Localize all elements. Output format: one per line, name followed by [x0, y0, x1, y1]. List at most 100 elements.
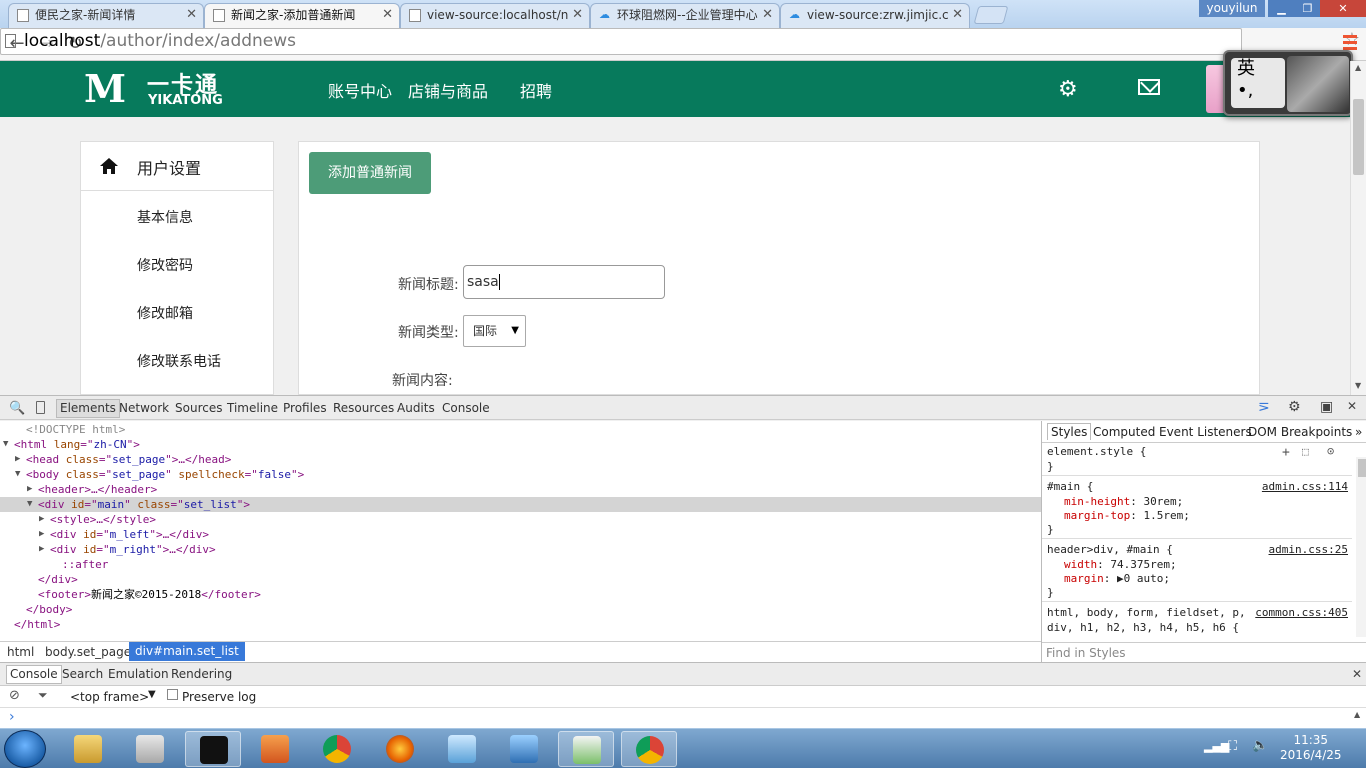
- tab-sources[interactable]: Sources: [175, 401, 222, 415]
- style-property[interactable]: min-height: 30rem;: [1064, 495, 1183, 508]
- tab-audits[interactable]: Audits: [397, 401, 435, 415]
- preserve-log-checkbox[interactable]: [167, 689, 178, 700]
- mail-icon[interactable]: [1138, 79, 1160, 95]
- dom-node-row[interactable]: ▶ <header>…</header>: [0, 482, 1041, 497]
- expanded-triangle-icon[interactable]: ▼: [15, 467, 20, 482]
- drawer-tab-rendering[interactable]: Rendering: [171, 667, 232, 681]
- page-scrollbar[interactable]: ▲ ▼: [1350, 61, 1366, 395]
- find-in-styles-input[interactable]: Find in Styles: [1042, 642, 1366, 662]
- window-close-icon[interactable]: ✕: [1320, 0, 1366, 17]
- collapsed-triangle-icon[interactable]: ▶: [39, 542, 44, 557]
- toggle-state-icon[interactable]: ⬚: [1302, 445, 1309, 458]
- frame-selector[interactable]: <top frame>: [70, 690, 149, 704]
- settings-gear-icon[interactable]: ⚙: [1288, 399, 1301, 415]
- sidebar-item-change-email[interactable]: 修改邮箱: [137, 303, 193, 323]
- tab-elements[interactable]: Elements: [56, 399, 120, 418]
- gear-icon[interactable]: ⚙: [1058, 77, 1078, 102]
- site-logo[interactable]: M 一卡通 YIKATONG: [84, 65, 224, 113]
- clock[interactable]: 11:35 2016/4/25: [1280, 733, 1342, 763]
- drawer-tab-search[interactable]: Search: [62, 667, 103, 681]
- scroll-up-icon[interactable]: ▲: [1355, 63, 1361, 72]
- dom-node-row[interactable]: ▶ <div id="m_right">…</div>: [0, 542, 1041, 557]
- animation-icon[interactable]: ⊙: [1327, 444, 1334, 458]
- device-mode-icon[interactable]: [36, 401, 45, 414]
- elements-tree[interactable]: <!DOCTYPE html> ▼ <html lang="zh-CN"> ▶ <hea…: [0, 421, 1041, 641]
- tab-styles[interactable]: Styles: [1047, 423, 1092, 440]
- style-property[interactable]: margin-top: 1.5rem;: [1064, 509, 1190, 522]
- sidebar-item-change-phone[interactable]: 修改联系电话: [137, 351, 221, 371]
- dom-node-row[interactable]: <footer>新闻之家©2015-2018</footer>: [0, 587, 1041, 602]
- dom-node-row[interactable]: ▼ <body class="set_page" spellcheck="fals…: [0, 467, 1041, 482]
- close-icon[interactable]: ✕: [569, 4, 583, 26]
- dom-node-row[interactable]: ▶ <div id="m_left">…</div>: [0, 527, 1041, 542]
- close-icon[interactable]: ✕: [382, 4, 393, 26]
- tab-dom-breakpoints[interactable]: DOM Breakpoints: [1248, 425, 1352, 439]
- dock-icon[interactable]: ▣: [1320, 399, 1333, 415]
- taskbar-app-button[interactable]: [620, 731, 677, 767]
- taskbar-app-button[interactable]: [60, 731, 116, 767]
- close-devtools-icon[interactable]: ✕: [1347, 399, 1357, 413]
- sidebar-item-basic-info[interactable]: 基本信息: [137, 207, 193, 227]
- tab-network[interactable]: Network: [119, 401, 169, 415]
- taskbar-app-button[interactable]: [122, 731, 178, 767]
- drawer-tab-emulation[interactable]: Emulation: [108, 667, 169, 681]
- collapsed-triangle-icon[interactable]: ▶: [27, 482, 32, 497]
- clear-console-icon[interactable]: ⊘: [9, 688, 20, 703]
- new-tab-button[interactable]: [973, 6, 1009, 24]
- tab-event-listeners[interactable]: Event Listeners: [1159, 425, 1252, 439]
- dom-node-row[interactable]: <!DOCTYPE html>: [0, 422, 1041, 437]
- frame-dropdown-icon[interactable]: ▼: [148, 689, 156, 700]
- expanded-triangle-icon[interactable]: ▼: [27, 497, 32, 512]
- drawer-tab-console[interactable]: Console: [6, 665, 62, 684]
- expanded-triangle-icon[interactable]: ▼: [3, 437, 8, 452]
- dom-node-row[interactable]: ▼ <div id="main" class="set_list">: [0, 497, 1041, 512]
- collapsed-triangle-icon[interactable]: ▶: [39, 527, 44, 542]
- close-icon[interactable]: ✕: [759, 4, 773, 26]
- add-news-button[interactable]: 添加普通新闻: [309, 152, 431, 194]
- scroll-thumb[interactable]: [1353, 99, 1364, 175]
- breadcrumb-main-div[interactable]: div#main.set_list: [129, 642, 245, 661]
- dom-node-row[interactable]: ▼ <html lang="zh-CN">: [0, 437, 1041, 452]
- signal-icon[interactable]: ▂▄▆: [1204, 740, 1229, 753]
- taskbar-app-button[interactable]: [558, 731, 615, 767]
- style-property[interactable]: width: 74.375rem;: [1064, 558, 1177, 571]
- tab-resources[interactable]: Resources: [333, 401, 394, 415]
- console-drawer-icon[interactable]: ⋝: [1258, 399, 1270, 415]
- style-property[interactable]: margin: ▶0 auto;: [1064, 572, 1170, 585]
- browser-tab[interactable]: ☁ view-source:zrw.jimjic.c ✕: [780, 3, 970, 29]
- tab-profiles[interactable]: Profiles: [283, 401, 327, 415]
- volume-icon[interactable]: 🔈: [1252, 738, 1268, 753]
- more-tabs-icon[interactable]: »: [1355, 425, 1362, 439]
- dom-node-row[interactable]: </html>: [0, 617, 1041, 632]
- tab-computed[interactable]: Computed: [1093, 425, 1155, 439]
- chrome-menu-icon[interactable]: [1343, 35, 1357, 51]
- news-type-select[interactable]: 国际 ▼: [463, 315, 526, 347]
- close-icon[interactable]: ✕: [186, 4, 197, 26]
- inspect-search-icon[interactable]: 🔍: [9, 401, 25, 416]
- network-icon[interactable]: ⛶: [1228, 739, 1237, 754]
- collapsed-triangle-icon[interactable]: ▶: [39, 512, 44, 527]
- browser-tab[interactable]: view-source:localhost/n ✕: [400, 3, 590, 29]
- taskbar-app-button[interactable]: [184, 731, 241, 767]
- breadcrumb-body[interactable]: body.set_page: [39, 644, 137, 660]
- style-source-link[interactable]: admin.css:25: [1269, 543, 1348, 556]
- dom-node-row[interactable]: ::after: [0, 557, 1041, 572]
- styles-scroll-thumb[interactable]: [1358, 459, 1366, 477]
- nav-account-center[interactable]: 账号中心: [328, 78, 392, 102]
- tab-console[interactable]: Console: [442, 401, 490, 415]
- style-source-link[interactable]: common.css:405: [1255, 606, 1348, 619]
- ime-mode[interactable]: 英 •,: [1231, 58, 1285, 108]
- profile-badge[interactable]: youyilun: [1199, 0, 1265, 17]
- start-button[interactable]: [4, 730, 46, 768]
- filter-icon[interactable]: ⏷: [38, 688, 48, 703]
- taskbar-app-button[interactable]: [247, 731, 303, 767]
- browser-tab[interactable]: ☁ 环球阻燃网--企业管理中心 ✕: [590, 3, 780, 29]
- nav-recruitment[interactable]: 招聘: [520, 78, 552, 102]
- styles-scrollbar[interactable]: [1356, 457, 1366, 637]
- dom-node-row[interactable]: </div>: [0, 572, 1041, 587]
- news-title-input[interactable]: sasa: [463, 265, 665, 299]
- breadcrumb-html[interactable]: html: [1, 644, 40, 660]
- minimize-icon[interactable]: ▁: [1268, 0, 1295, 17]
- close-icon[interactable]: ✕: [949, 4, 963, 26]
- console-input[interactable]: › ▲: [0, 708, 1366, 728]
